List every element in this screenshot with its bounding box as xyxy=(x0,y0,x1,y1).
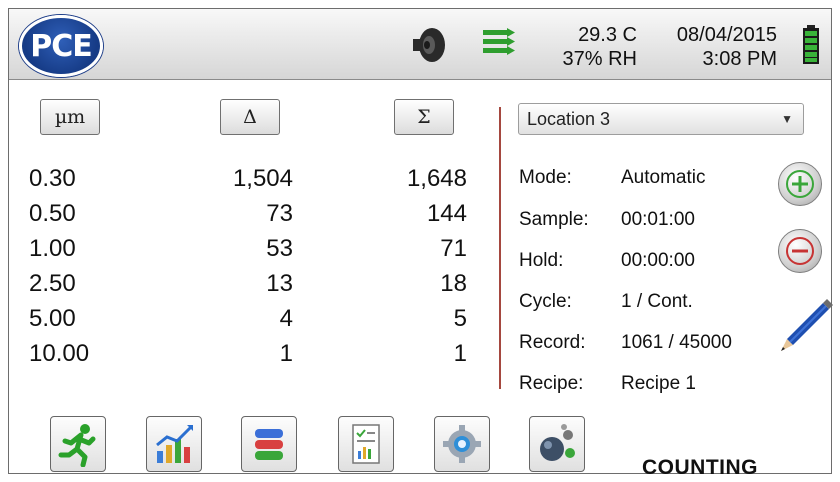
sum-column: 1,648 144 71 18 5 1 xyxy=(349,161,467,371)
chart-icon xyxy=(156,425,193,463)
hold-value: 00:00:00 xyxy=(621,250,695,271)
settings-button[interactable] xyxy=(434,416,490,472)
delta-cell: 1,504 xyxy=(232,165,293,192)
recipe-label: Recipe: xyxy=(519,373,584,394)
size-cell: 2.50 xyxy=(29,270,76,297)
delta-cell: 53 xyxy=(266,235,293,262)
size-cell: 5.00 xyxy=(29,305,76,332)
sum-cell: 1 xyxy=(453,340,467,367)
delta-cell: 13 xyxy=(266,270,293,297)
increase-button[interactable] xyxy=(778,162,822,206)
datetime-readout: 08/04/2015 3:08 PM xyxy=(647,23,777,71)
particles-button[interactable] xyxy=(529,416,585,472)
cycle-value: 1 / Cont. xyxy=(621,291,693,312)
decrease-button[interactable] xyxy=(778,229,822,273)
delta-column-button[interactable]: Δ xyxy=(220,99,280,135)
plus-icon xyxy=(786,170,814,198)
delta-cell: 73 xyxy=(266,200,293,227)
sum-cell: 18 xyxy=(440,270,467,297)
logo-text: PCE xyxy=(30,28,92,64)
data-button[interactable] xyxy=(241,416,297,472)
temperature-value: 29.3 C xyxy=(578,24,637,46)
report-icon xyxy=(352,424,380,464)
sum-column-button[interactable]: Σ xyxy=(394,99,454,135)
delta-cell: 1 xyxy=(279,340,293,367)
chevron-down-icon: ▼ xyxy=(781,112,793,126)
recipe-value: Recipe 1 xyxy=(621,373,696,394)
mode-label: Mode: xyxy=(519,167,572,188)
sum-cell: 5 xyxy=(453,305,467,332)
size-column: 0.30 0.50 1.00 2.50 5.00 10.00 xyxy=(29,161,139,371)
database-icon xyxy=(255,429,283,460)
panel-divider xyxy=(499,107,501,389)
location-selected-value: Location 3 xyxy=(527,109,611,129)
data-transfer-arrows-icon xyxy=(483,28,515,55)
environment-readout: 29.3 C 37% RH xyxy=(537,23,637,71)
delta-cell: 4 xyxy=(279,305,293,332)
counting-status: COUNTING xyxy=(642,456,758,479)
particles-icon xyxy=(540,424,575,461)
cycle-label: Cycle: xyxy=(519,291,572,312)
runner-icon xyxy=(58,424,96,467)
size-cell: 10.00 xyxy=(29,340,90,367)
size-cell: 0.50 xyxy=(29,200,76,227)
sum-cell: 71 xyxy=(440,235,467,262)
run-button[interactable] xyxy=(50,416,106,472)
size-cell: 0.30 xyxy=(29,165,76,192)
sum-cell: 1,648 xyxy=(406,165,467,192)
sum-cell: 144 xyxy=(426,200,467,227)
record-value: 1061 / 45000 xyxy=(621,332,732,353)
sample-value: 00:01:00 xyxy=(621,209,695,230)
delta-column: 1,504 73 53 13 4 1 xyxy=(169,161,293,371)
record-label: Record: xyxy=(519,332,586,353)
top-status-bar: PCE 29.3 C 37% RH 08/04/2015 3:08 PM xyxy=(9,9,831,80)
humidity-value: 37% RH xyxy=(562,48,637,70)
graph-button[interactable] xyxy=(146,416,202,472)
time-value: 3:08 PM xyxy=(702,48,777,70)
instrument-screen: PCE 29.3 C 37% RH 08/04/2015 3:08 PM µm … xyxy=(8,8,833,479)
pce-logo: PCE xyxy=(19,15,103,77)
sample-label: Sample: xyxy=(519,209,589,230)
report-button[interactable] xyxy=(338,416,394,472)
size-column-button[interactable]: µm xyxy=(40,99,100,135)
settings-gear-icon xyxy=(443,425,481,463)
hold-label: Hold: xyxy=(519,250,564,271)
size-cell: 1.00 xyxy=(29,235,76,262)
speaker-icon[interactable] xyxy=(407,26,447,64)
location-select[interactable]: Location 3 ▼ xyxy=(518,103,804,135)
minus-icon xyxy=(786,237,814,265)
battery-icon xyxy=(803,25,819,64)
pencil-icon[interactable] xyxy=(775,295,837,355)
date-value: 08/04/2015 xyxy=(676,24,777,46)
mode-value: Automatic xyxy=(621,167,706,188)
